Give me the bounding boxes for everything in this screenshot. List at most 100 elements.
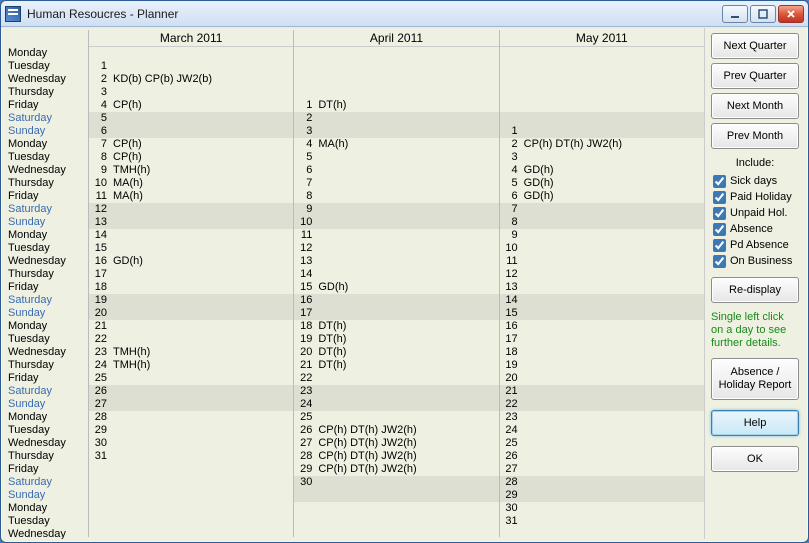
next-quarter-button[interactable]: Next Quarter (711, 33, 799, 59)
calendar-cell[interactable]: 26 (500, 450, 704, 463)
calendar-cell[interactable]: 29 (500, 489, 704, 502)
calendar-cell[interactable]: 30 (500, 502, 704, 515)
calendar-cell[interactable]: 14 (294, 268, 498, 281)
calendar-cell[interactable]: 19 (500, 359, 704, 372)
include-check-5[interactable]: On Business (711, 253, 799, 269)
calendar-cell[interactable]: 13 (294, 255, 498, 268)
calendar-cell[interactable]: 18 (500, 346, 704, 359)
calendar-cell[interactable]: 7 (500, 203, 704, 216)
include-checkbox[interactable] (713, 239, 726, 252)
calendar-cell[interactable]: 23TMH(h) (89, 346, 293, 359)
calendar-cell[interactable]: 30 (89, 437, 293, 450)
calendar-cell[interactable]: 19DT(h) (294, 333, 498, 346)
calendar-cell[interactable]: 11 (294, 229, 498, 242)
calendar-cell[interactable]: 4CP(h) (89, 99, 293, 112)
calendar-cell[interactable]: 3 (89, 86, 293, 99)
calendar-cell[interactable]: 10 (294, 216, 498, 229)
calendar-cell[interactable]: 31 (500, 515, 704, 528)
calendar-cell[interactable]: 10MA(h) (89, 177, 293, 190)
include-checkbox[interactable] (713, 175, 726, 188)
calendar-cell[interactable]: 17 (294, 307, 498, 320)
calendar-cell[interactable]: 25 (89, 372, 293, 385)
calendar-cell[interactable]: 23 (500, 411, 704, 424)
calendar-cell[interactable]: 6 (294, 164, 498, 177)
include-checkbox[interactable] (713, 255, 726, 268)
calendar-cell[interactable]: 15 (89, 242, 293, 255)
prev-quarter-button[interactable]: Prev Quarter (711, 63, 799, 89)
ok-button[interactable]: OK (711, 446, 799, 472)
maximize-button[interactable] (750, 5, 776, 23)
calendar-cell[interactable]: 14 (89, 229, 293, 242)
calendar-cell[interactable]: 5 (89, 112, 293, 125)
calendar-cell[interactable]: 26 (89, 385, 293, 398)
calendar-cell[interactable]: 10 (500, 242, 704, 255)
calendar-cell[interactable]: 8 (500, 216, 704, 229)
include-check-2[interactable]: Unpaid Hol. (711, 205, 799, 221)
calendar-cell[interactable]: 23 (294, 385, 498, 398)
calendar-cell[interactable]: 30 (294, 476, 498, 489)
next-month-button[interactable]: Next Month (711, 93, 799, 119)
calendar-cell[interactable]: 2KD(b) CP(b) JW2(b) (89, 73, 293, 86)
calendar-cell[interactable]: 29 (89, 424, 293, 437)
calendar-cell[interactable]: 5GD(h) (500, 177, 704, 190)
calendar-cell[interactable]: 2 (294, 112, 498, 125)
calendar-cell[interactable]: 9 (294, 203, 498, 216)
calendar-cell[interactable]: 28 (89, 411, 293, 424)
include-check-4[interactable]: Pd Absence (711, 237, 799, 253)
absence-report-button[interactable]: Absence / Holiday Report (711, 358, 799, 400)
calendar-cell[interactable]: 22 (500, 398, 704, 411)
calendar-cell[interactable]: 24 (294, 398, 498, 411)
calendar-cell[interactable]: 17 (89, 268, 293, 281)
calendar-cell[interactable]: 21DT(h) (294, 359, 498, 372)
include-checkbox[interactable] (713, 223, 726, 236)
calendar-cell[interactable]: 3 (500, 151, 704, 164)
calendar-cell[interactable]: 14 (500, 294, 704, 307)
calendar-cell[interactable]: 2CP(h) DT(h) JW2(h) (500, 138, 704, 151)
include-checkbox[interactable] (713, 207, 726, 220)
calendar-cell[interactable]: 16 (500, 320, 704, 333)
calendar-cell[interactable]: 28CP(h) DT(h) JW2(h) (294, 450, 498, 463)
calendar-cell[interactable]: 25 (500, 437, 704, 450)
calendar-cell[interactable]: 22 (89, 333, 293, 346)
calendar-cell[interactable]: 11 (500, 255, 704, 268)
calendar-cell[interactable]: 5 (294, 151, 498, 164)
calendar-cell[interactable]: 16GD(h) (89, 255, 293, 268)
calendar-cell[interactable]: 18 (89, 281, 293, 294)
calendar-cell[interactable]: 15 (500, 307, 704, 320)
calendar-cell[interactable]: 4MA(h) (294, 138, 498, 151)
calendar-cell[interactable]: 15GD(h) (294, 281, 498, 294)
calendar-cell[interactable]: 28 (500, 476, 704, 489)
calendar-cell[interactable]: 7 (294, 177, 498, 190)
calendar-cell[interactable]: 12 (89, 203, 293, 216)
minimize-button[interactable] (722, 5, 748, 23)
calendar-cell[interactable]: 16 (294, 294, 498, 307)
calendar-cell[interactable]: 26CP(h) DT(h) JW2(h) (294, 424, 498, 437)
calendar-cell[interactable]: 7CP(h) (89, 138, 293, 151)
calendar-cell[interactable]: 25 (294, 411, 498, 424)
calendar-cell[interactable]: 19 (89, 294, 293, 307)
calendar-cell[interactable]: 18DT(h) (294, 320, 498, 333)
close-button[interactable] (778, 5, 804, 23)
calendar-cell[interactable]: 8 (294, 190, 498, 203)
calendar-cell[interactable]: 11MA(h) (89, 190, 293, 203)
help-button[interactable]: Help (711, 410, 799, 436)
calendar-cell[interactable]: 8CP(h) (89, 151, 293, 164)
calendar-cell[interactable]: 27CP(h) DT(h) JW2(h) (294, 437, 498, 450)
include-check-1[interactable]: Paid Holiday (711, 189, 799, 205)
calendar-cell[interactable]: 13 (500, 281, 704, 294)
include-check-3[interactable]: Absence (711, 221, 799, 237)
calendar-cell[interactable]: 6 (89, 125, 293, 138)
calendar-cell[interactable]: 31 (89, 450, 293, 463)
calendar-cell[interactable]: 20 (89, 307, 293, 320)
calendar-cell[interactable]: 12 (294, 242, 498, 255)
calendar-cell[interactable]: 9TMH(h) (89, 164, 293, 177)
calendar-cell[interactable]: 21 (500, 385, 704, 398)
calendar-cell[interactable]: 17 (500, 333, 704, 346)
include-checkbox[interactable] (713, 191, 726, 204)
calendar-cell[interactable]: 1DT(h) (294, 99, 498, 112)
calendar-cell[interactable]: 6GD(h) (500, 190, 704, 203)
calendar-cell[interactable]: 27 (89, 398, 293, 411)
calendar-cell[interactable]: 12 (500, 268, 704, 281)
calendar-cell[interactable]: 29CP(h) DT(h) JW2(h) (294, 463, 498, 476)
calendar-cell[interactable]: 22 (294, 372, 498, 385)
